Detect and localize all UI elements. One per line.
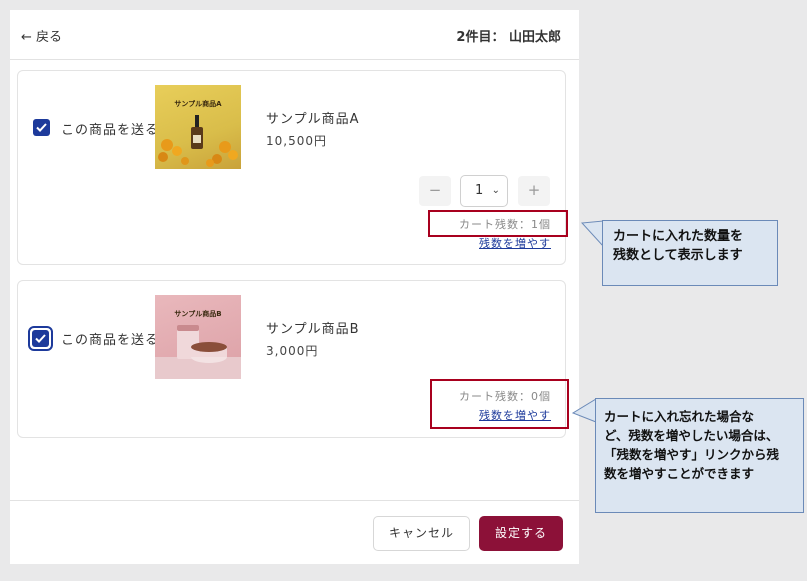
callout-stock-explanation: カートに入れた数量を 残数として表示します bbox=[602, 220, 778, 286]
qty-minus-button[interactable]: − bbox=[419, 176, 451, 206]
back-link[interactable]: ← 戻る bbox=[21, 26, 62, 45]
callout-line: カートに入れ忘れた場合な bbox=[604, 409, 755, 424]
product-image-b: サンプル商品B bbox=[155, 295, 241, 379]
header: ← 戻る 2件目： 山田太郎 bbox=[10, 10, 579, 60]
jar-illustration bbox=[155, 325, 241, 379]
highlight-box-b bbox=[430, 379, 569, 429]
qty-plus-button[interactable]: + bbox=[518, 176, 550, 206]
product-image-a: サンプル商品A bbox=[155, 85, 241, 169]
callout-line: ど、残数を増やしたい場合は、 bbox=[604, 428, 779, 443]
increase-stock-link-a[interactable]: 残数を増やす bbox=[438, 235, 551, 251]
product-price-a: 10,500円 bbox=[266, 134, 327, 148]
check-icon bbox=[36, 123, 47, 132]
product-price-b: 3,000円 bbox=[266, 344, 319, 358]
qty-select[interactable]: 1 ⌄ bbox=[460, 175, 508, 207]
send-label-b: この商品を送る bbox=[61, 333, 160, 348]
callout-line: 残数として表示します bbox=[613, 248, 743, 263]
send-checkbox-b[interactable] bbox=[32, 330, 49, 347]
footer: キャンセル 設定する bbox=[10, 500, 579, 564]
product-name-a: サンプル商品A bbox=[266, 112, 360, 127]
chevron-down-icon: ⌄ bbox=[491, 185, 500, 196]
bottle-illustration bbox=[158, 115, 238, 167]
send-label-a: この商品を送る bbox=[61, 123, 160, 138]
callout-line: 数を増やすことができます bbox=[604, 466, 755, 481]
check-icon bbox=[35, 334, 46, 343]
highlight-box-a bbox=[428, 210, 568, 237]
send-checkbox-a[interactable] bbox=[33, 119, 50, 136]
confirm-button[interactable]: 設定する bbox=[479, 516, 563, 551]
cart-settings-panel: ← 戻る 2件目： 山田太郎 この商品を送る サンプル商品A サンプル商品A 1… bbox=[10, 10, 579, 564]
callout-line: カートに入れた数量を bbox=[613, 229, 744, 244]
callout-line: 「残数を増やす」リンクから残 bbox=[604, 447, 780, 462]
product-name-b: サンプル商品B bbox=[266, 322, 360, 337]
cancel-button[interactable]: キャンセル bbox=[373, 516, 470, 551]
recipient-count: 2件目： 山田太郎 bbox=[456, 30, 561, 45]
callout-increase-explanation: カートに入れ忘れた場合な ど、残数を増やしたい場合は、 「残数を増やす」リンクか… bbox=[595, 398, 804, 513]
qty-value: 1 bbox=[475, 183, 484, 198]
